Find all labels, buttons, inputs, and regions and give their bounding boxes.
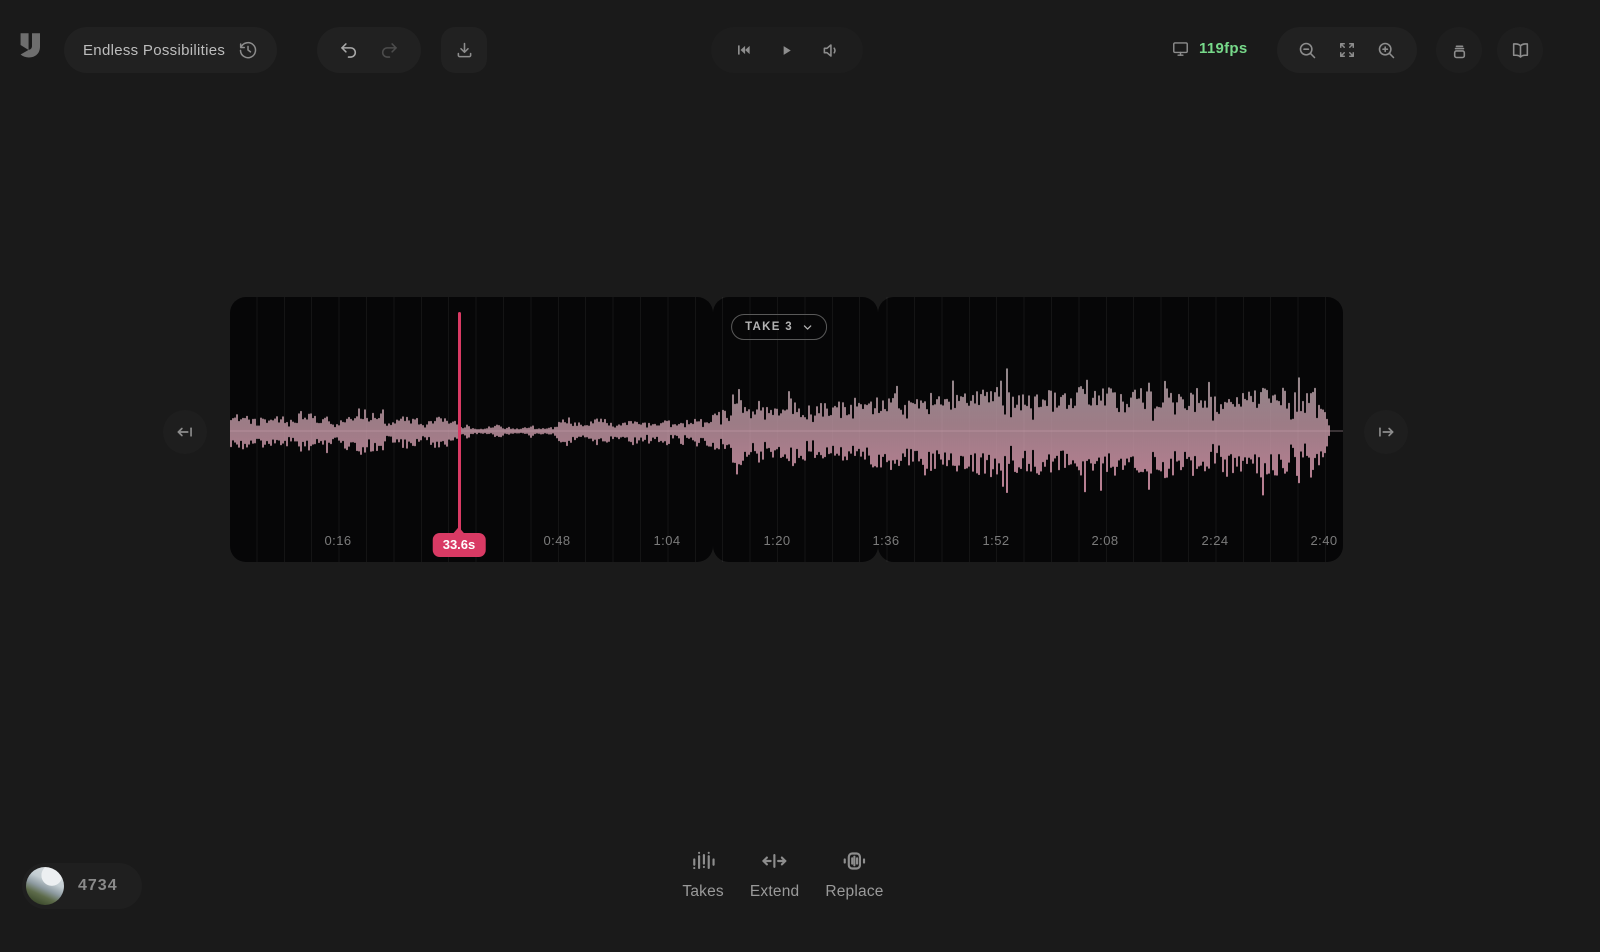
- timeline-tick: 1:36: [873, 533, 900, 548]
- extend-button[interactable]: Extend: [750, 846, 799, 901]
- redo-icon[interactable]: [379, 40, 400, 61]
- book-icon: [1510, 40, 1531, 61]
- undo-icon[interactable]: [338, 40, 359, 61]
- transport-controls: [711, 27, 863, 73]
- history-icon[interactable]: [238, 40, 258, 60]
- project-title: Endless Possibilities: [83, 42, 225, 59]
- timeline-tick: 0:16: [325, 533, 352, 548]
- play-icon[interactable]: [778, 42, 795, 59]
- monitor-icon: [1171, 39, 1190, 58]
- project-title-pill[interactable]: Endless Possibilities: [64, 27, 277, 73]
- fps-value: 119fps: [1199, 40, 1248, 57]
- playhead-line[interactable]: [458, 312, 461, 533]
- undo-redo-group: [317, 27, 421, 73]
- app-window: Endless Possibilities: [0, 0, 1600, 952]
- timeline-tick: 1:20: [764, 533, 791, 548]
- zoom-out-icon[interactable]: [1297, 40, 1318, 61]
- zoom-in-icon[interactable]: [1376, 40, 1397, 61]
- app-logo-icon[interactable]: [17, 31, 47, 63]
- timeline-tick: 2:08: [1092, 533, 1119, 548]
- takes-button[interactable]: Takes: [682, 846, 724, 901]
- chevron-down-icon: [802, 322, 813, 333]
- extend-label: Extend: [750, 883, 799, 901]
- replace-icon: [839, 846, 869, 876]
- queue-button[interactable]: [1436, 27, 1482, 73]
- waveform-panel[interactable]: 0:16 0:48 1:04 1:20 1:36 1:52 2:08 2:24 2:40 33.…: [230, 297, 1343, 562]
- skip-back-icon[interactable]: [733, 40, 753, 60]
- avatar[interactable]: [26, 867, 64, 905]
- credits-count: 4734: [78, 877, 118, 895]
- replace-label: Replace: [825, 883, 883, 901]
- arrow-right-bar-icon: [1375, 421, 1397, 443]
- takes-label: Takes: [682, 883, 724, 901]
- action-bar: Takes Extend Replace: [682, 846, 883, 901]
- volume-icon[interactable]: [820, 40, 841, 61]
- timeline-tick: 1:04: [654, 533, 681, 548]
- take-label: TAKE 3: [745, 321, 793, 333]
- takes-icon: [688, 846, 718, 876]
- timeline-tick: 1:52: [983, 533, 1010, 548]
- timeline-tick: 0:48: [544, 533, 571, 548]
- take-selector[interactable]: TAKE 3: [731, 314, 827, 340]
- extend-right-button[interactable]: [1364, 410, 1408, 454]
- playhead-time-badge[interactable]: 33.6s: [433, 533, 486, 557]
- fps-indicator: 119fps: [1171, 39, 1248, 58]
- replace-button[interactable]: Replace: [825, 846, 883, 901]
- extend-icon: [760, 846, 790, 876]
- user-credits-pill[interactable]: 4734: [22, 863, 142, 909]
- download-button[interactable]: [441, 27, 487, 73]
- fullscreen-icon[interactable]: [1337, 40, 1357, 60]
- stack-icon: [1449, 40, 1470, 61]
- download-icon: [454, 40, 475, 61]
- zoom-controls: [1277, 27, 1417, 73]
- library-button[interactable]: [1497, 27, 1543, 73]
- timeline-tick: 2:24: [1202, 533, 1229, 548]
- extend-left-button[interactable]: [163, 410, 207, 454]
- timeline-tick: 2:40: [1311, 533, 1338, 548]
- arrow-left-bar-icon: [174, 421, 196, 443]
